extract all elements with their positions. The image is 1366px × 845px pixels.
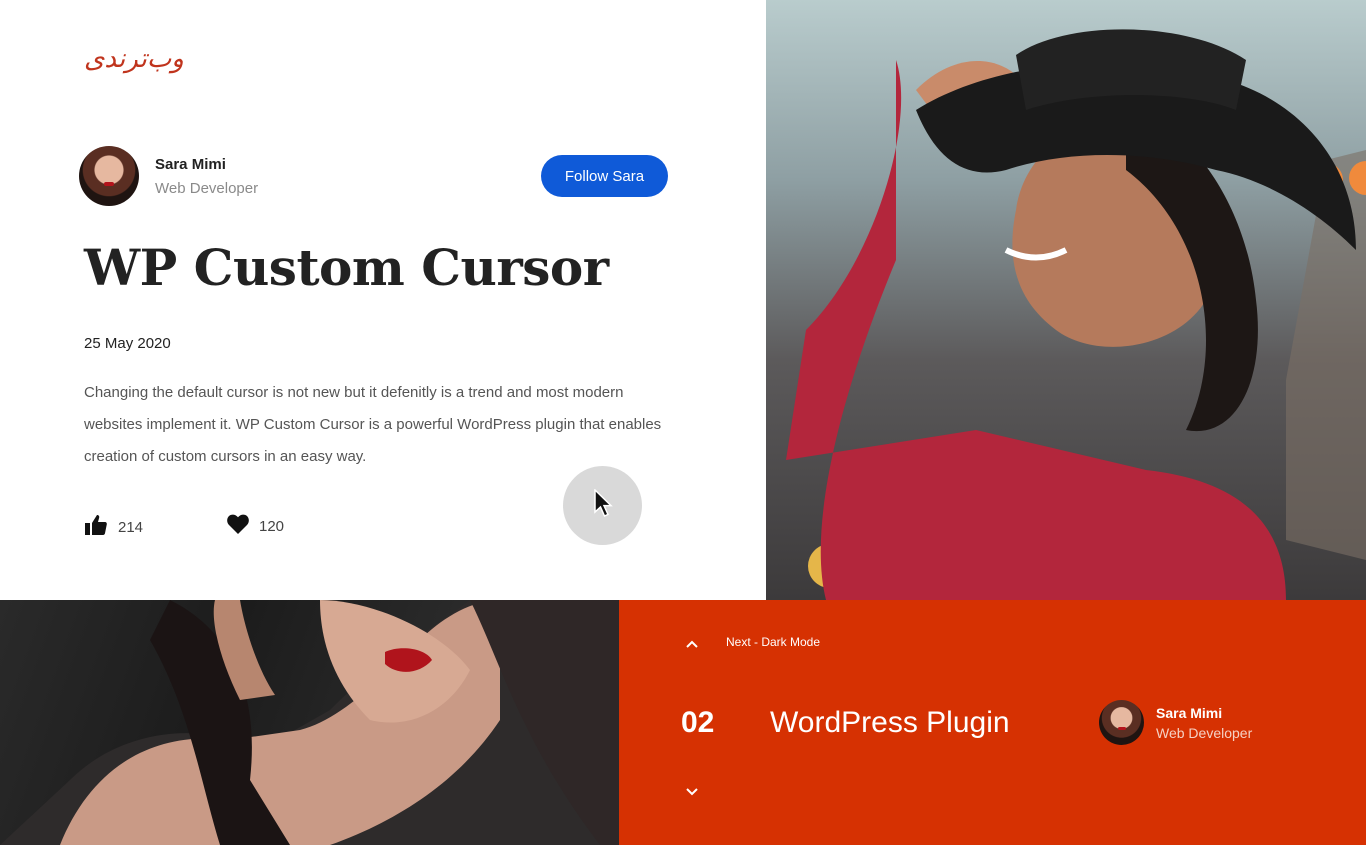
next-article-panel: Next - Dark Mode 02 WordPress Plugin Sar… (619, 600, 1366, 845)
next-author-role: Web Developer (1156, 724, 1253, 741)
next-label[interactable]: Next - Dark Mode (726, 635, 820, 649)
heart-icon[interactable] (227, 514, 249, 538)
custom-cursor-circle (563, 466, 642, 545)
author-role: Web Developer (155, 179, 259, 197)
thumbs-up-icon[interactable] (84, 514, 108, 540)
next-article-title[interactable]: WordPress Plugin (770, 706, 1010, 740)
chevron-up-icon[interactable] (682, 634, 702, 654)
author-block: Sara Mimi Web Developer (79, 146, 258, 206)
hero-image-woman-in-hat (766, 0, 1366, 600)
follow-button[interactable]: Follow Sara (541, 155, 668, 197)
author-name[interactable]: Sara Mimi (155, 156, 258, 173)
secondary-image-woman-red-lips (0, 600, 619, 845)
next-article-number: 02 (681, 706, 715, 739)
next-author-avatar[interactable] (1099, 700, 1144, 745)
article-date: 25 May 2020 (84, 335, 171, 352)
next-article-author: Sara Mimi Web Developer (1099, 700, 1252, 745)
chevron-down-icon[interactable] (682, 782, 702, 802)
article-title: WP Custom Cursor (84, 238, 609, 297)
loves-stat[interactable]: 120 (227, 514, 284, 538)
next-author-info: Sara Mimi Web Developer (1156, 705, 1252, 741)
likes-count: 214 (118, 518, 144, 536)
site-logo[interactable]: وب‌ترندی (84, 44, 184, 74)
author-info: Sara Mimi Web Developer (155, 156, 258, 197)
likes-stat[interactable]: 214 (84, 514, 143, 540)
cursor-arrow-icon (593, 488, 613, 522)
next-author-name[interactable]: Sara Mimi (1156, 705, 1252, 721)
author-avatar[interactable] (79, 146, 139, 206)
loves-count: 120 (259, 517, 285, 535)
article-description: Changing the default cursor is not new b… (84, 384, 662, 465)
